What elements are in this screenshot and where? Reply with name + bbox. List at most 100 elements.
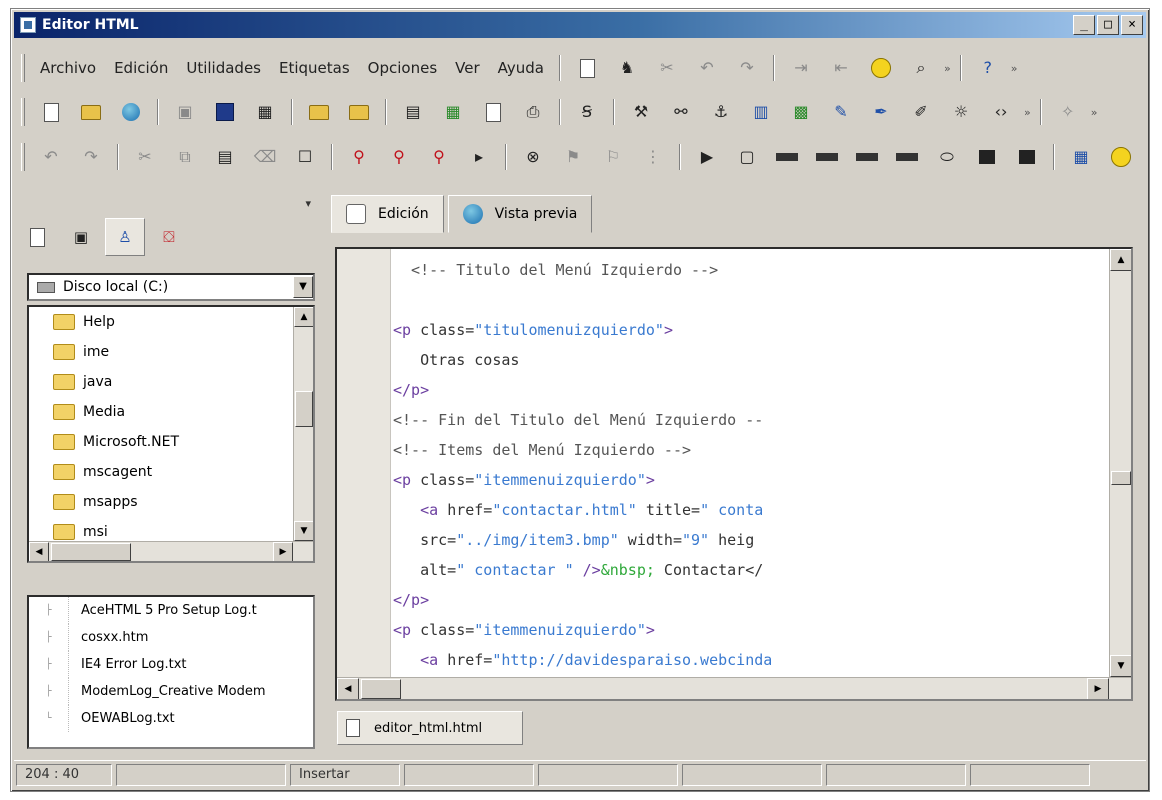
toolbar-button[interactable]	[811, 142, 843, 172]
toolbar-button[interactable]: ⚲	[343, 142, 375, 172]
toolbar-button[interactable]: ⚑	[557, 142, 589, 172]
save-button[interactable]: ▣	[169, 97, 201, 127]
tab-vista-previa[interactable]: Vista previa	[447, 195, 593, 233]
toolbar-button[interactable]: ✐	[905, 97, 937, 127]
toolbar-button[interactable]	[865, 53, 897, 83]
toolbar-button[interactable]: ▦	[437, 97, 469, 127]
tab-explorer[interactable]: ♙	[105, 218, 145, 256]
folder-item[interactable]: mscagent	[29, 457, 313, 487]
toolbar-button[interactable]: ✂	[651, 53, 683, 83]
file-item[interactable]: ├ cosxx.htm	[29, 624, 313, 651]
toolbar-button[interactable]: ♞	[611, 53, 643, 83]
cut-button[interactable]: ✂	[129, 142, 161, 172]
scroll-left-icon[interactable]: ◀	[29, 542, 49, 561]
toolbar-button[interactable]: ▥	[745, 97, 777, 127]
toolbar-grip[interactable]	[21, 143, 25, 171]
save-as-button[interactable]: ▦	[249, 97, 281, 127]
toolbar-button[interactable]: ☼	[945, 97, 977, 127]
toolbar-button[interactable]: ⚒	[625, 97, 657, 127]
toolbar-button[interactable]	[851, 142, 883, 172]
scroll-left-icon[interactable]: ◀	[337, 678, 359, 699]
code-line[interactable]: <p class="titulomenuizquierdo">	[393, 315, 1109, 345]
toolbar-button[interactable]: ⊗	[517, 142, 549, 172]
code-line[interactable]: </p>	[393, 375, 1109, 405]
toolbar-button[interactable]: ↶	[691, 53, 723, 83]
toolbar-chevron-icon[interactable]: »	[944, 62, 951, 75]
drive-select[interactable]: Disco local (C:) ▼	[27, 273, 315, 301]
toolbar-button[interactable]: ⚐	[597, 142, 629, 172]
editor-hscroll[interactable]: ◀ ▶	[337, 677, 1131, 699]
chevron-down-icon[interactable]: ▼	[293, 276, 313, 298]
file-list[interactable]: ├ AceHTML 5 Pro Setup Log.t ├ cosxx.htm ├ I…	[27, 595, 315, 749]
undo-button[interactable]: ↶	[35, 142, 67, 172]
scroll-thumb[interactable]	[361, 679, 401, 699]
scroll-down-icon[interactable]: ▼	[294, 521, 313, 541]
toolbar-button[interactable]: ⚓	[705, 97, 737, 127]
folder-item[interactable]: java	[29, 367, 313, 397]
tab-scripts[interactable]: ⛋	[149, 218, 189, 256]
menu-ayuda[interactable]: Ayuda	[489, 59, 553, 77]
code-line[interactable]: <!-- Titulo del Menú Izquierdo -->	[393, 255, 1109, 285]
folder-tree-hscroll[interactable]: ◀ ▶	[29, 541, 313, 561]
scroll-right-icon[interactable]: ▶	[273, 542, 293, 561]
toolbar-button[interactable]: ‹›	[985, 97, 1017, 127]
toolbar-button[interactable]: ⋮	[637, 142, 669, 172]
scroll-right-icon[interactable]: ▶	[1087, 678, 1109, 699]
menu-ver[interactable]: Ver	[446, 59, 489, 77]
folder-tree[interactable]: Help ime java Media Microsoft.NET mscage…	[27, 305, 315, 563]
toolbar-button[interactable]: ⌫	[249, 142, 281, 172]
file-item[interactable]: ├ ModemLog_Creative Modem	[29, 678, 313, 705]
toolbar-button[interactable]	[771, 142, 803, 172]
code-line[interactable]: </p>	[393, 585, 1109, 615]
code-line[interactable]: Otras cosas	[393, 345, 1109, 375]
scroll-thumb[interactable]	[295, 391, 313, 427]
toolbar-button[interactable]	[971, 142, 1003, 172]
toolbar-button[interactable]	[303, 97, 335, 127]
toolbar-button[interactable]	[343, 97, 375, 127]
minimize-button[interactable]: _	[1073, 15, 1095, 35]
menu-etiquetas[interactable]: Etiquetas	[270, 59, 359, 77]
toolbar-grip[interactable]	[21, 54, 25, 82]
tab-tags[interactable]: ▣	[61, 218, 101, 256]
menu-archivo[interactable]: Archivo	[31, 59, 105, 77]
paste-button[interactable]: ▤	[209, 142, 241, 172]
code-line[interactable]: <a href="http://davidesparaiso.webcinda	[393, 645, 1109, 675]
toolbar-chevron-icon[interactable]: »	[1011, 62, 1018, 75]
code-line[interactable]: <!-- Items del Menú Izquierdo -->	[393, 435, 1109, 465]
toolbar-button[interactable]	[891, 142, 923, 172]
code-area[interactable]: <!-- Titulo del Menú Izquierdo --> <p cla…	[393, 255, 1109, 677]
browse-web-button[interactable]	[115, 97, 147, 127]
print-button[interactable]: ⎙	[517, 97, 549, 127]
tab-files[interactable]	[17, 218, 57, 256]
toolbar-button[interactable]: ⚲	[383, 142, 415, 172]
redo-button[interactable]: ↷	[75, 142, 107, 172]
folder-item[interactable]: msapps	[29, 487, 313, 517]
code-line[interactable]	[393, 285, 1109, 315]
toolbar-button[interactable]: ▢	[731, 142, 763, 172]
toolbar-button[interactable]: ▦	[1065, 142, 1097, 172]
close-button[interactable]: ×	[1121, 15, 1143, 35]
toolbar-button[interactable]	[1105, 142, 1137, 172]
toolbar-button[interactable]: ↷	[731, 53, 763, 83]
open-folder-button[interactable]	[75, 97, 107, 127]
menu-opciones[interactable]: Opciones	[359, 59, 446, 77]
toolbar-chevron-icon[interactable]: »	[1024, 106, 1031, 119]
file-item[interactable]: └ OEWABLog.txt	[29, 705, 313, 732]
toolbar-chevron-icon[interactable]: »	[1091, 106, 1098, 119]
toolbar-button[interactable]: ⌕	[905, 53, 937, 83]
toolbar-button[interactable]: ▤	[397, 97, 429, 127]
title-bar[interactable]: Editor HTML _ □ ×	[14, 12, 1146, 38]
toolbar-button[interactable]: ☐	[289, 142, 321, 172]
code-editor[interactable]: <!-- Titulo del Menú Izquierdo --> <p cla…	[335, 247, 1133, 701]
copy-button[interactable]: ⧉	[169, 142, 201, 172]
toolbar-button[interactable]: ⇥	[785, 53, 817, 83]
toolbar-button[interactable]: ⚲	[423, 142, 455, 172]
panel-menu-icon[interactable]: ▾	[305, 197, 311, 210]
menu-utilidades[interactable]: Utilidades	[177, 59, 270, 77]
folder-item[interactable]: Media	[29, 397, 313, 427]
toolbar-button[interactable]: ✒	[865, 97, 897, 127]
editor-vscroll[interactable]: ▲ ▼	[1109, 249, 1131, 677]
toolbar-button[interactable]: ✎	[825, 97, 857, 127]
code-line[interactable]: <p class="itemmenuizquierdo">	[393, 465, 1109, 495]
document-tab[interactable]: editor_html.html	[337, 711, 523, 745]
